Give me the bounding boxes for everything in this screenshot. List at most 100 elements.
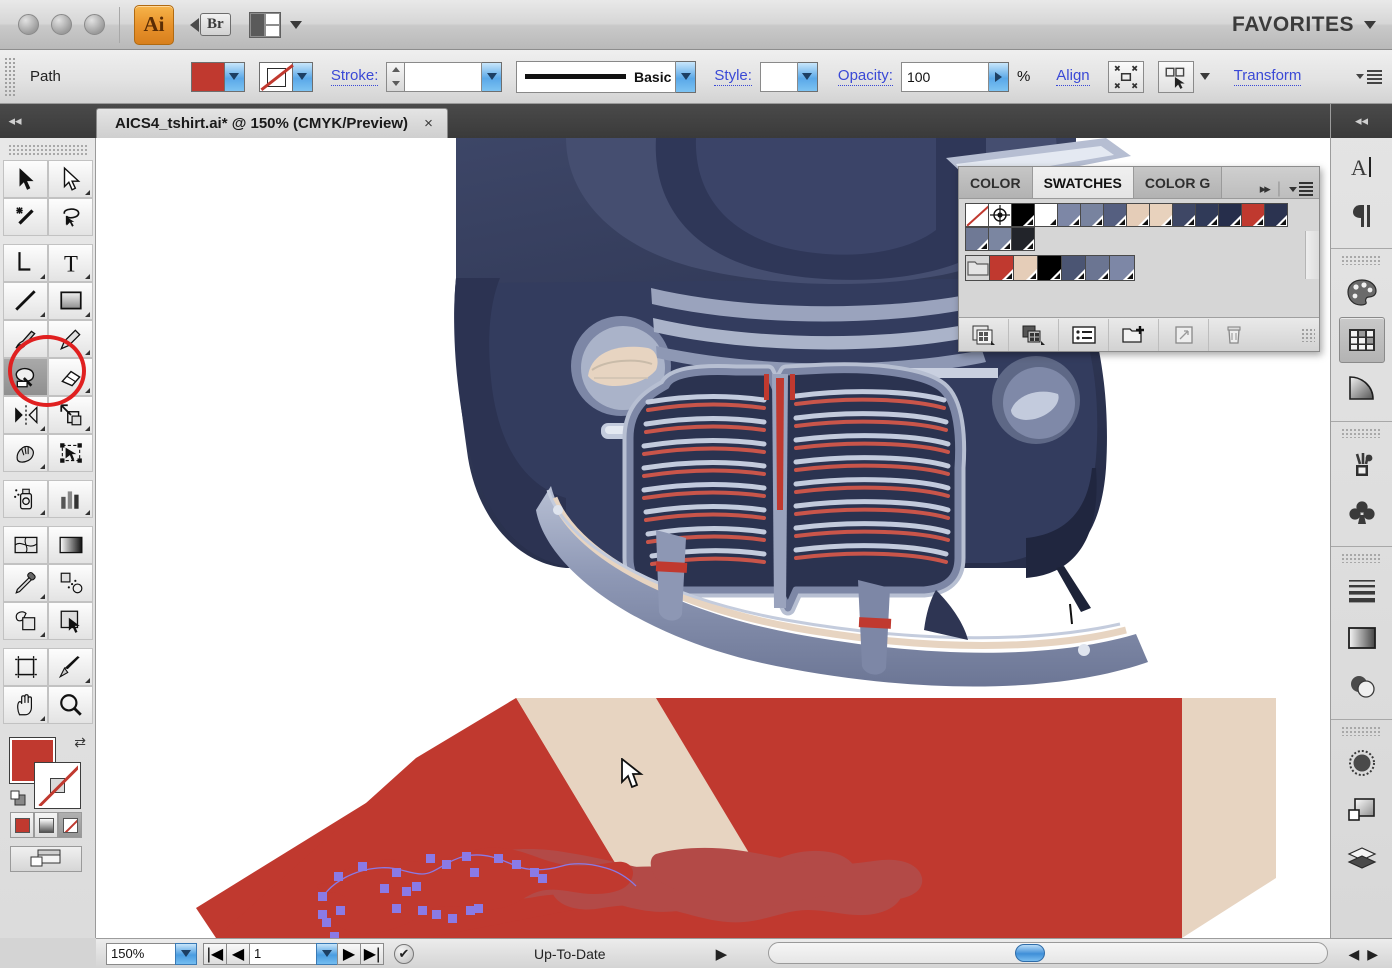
tools-panel-grip[interactable] <box>8 144 87 156</box>
swatch-white[interactable] <box>1034 203 1058 227</box>
swatch-group-red[interactable] <box>990 256 1014 280</box>
swatch-options-button[interactable] <box>1059 318 1109 351</box>
zoom-level-input[interactable]: 150% <box>106 942 176 965</box>
character-panel-icon[interactable]: A <box>1339 144 1385 190</box>
appearance-panel-icon[interactable] <box>1339 740 1385 786</box>
scale-tool[interactable] <box>48 396 93 434</box>
default-fill-stroke-icon[interactable] <box>10 790 26 806</box>
artboard-tool[interactable] <box>3 648 48 686</box>
swatch-sand-light[interactable] <box>1149 203 1173 227</box>
dock-group-grip-4[interactable] <box>1341 726 1382 736</box>
opacity-control[interactable]: 100 <box>900 61 1009 92</box>
stroke-weight-label[interactable]: Stroke: <box>330 67 379 86</box>
slice-tool[interactable] <box>48 648 93 686</box>
pencil-tool[interactable] <box>48 320 93 358</box>
free-transform-tool[interactable] <box>48 434 93 472</box>
zoom-tool[interactable] <box>48 686 93 724</box>
rectangle-tool[interactable] <box>48 282 93 320</box>
last-artboard-button[interactable]: ▶| <box>360 942 384 965</box>
column-graph-tool[interactable] <box>48 480 93 518</box>
workspace-chevron-down-icon[interactable] <box>1364 20 1376 29</box>
swatches-panel-icon[interactable] <box>1338 317 1385 363</box>
paragraph-panel-icon[interactable] <box>1339 192 1385 238</box>
none-mode-button[interactable] <box>58 812 82 838</box>
type-tool[interactable]: T <box>48 244 93 282</box>
gradient-tool[interactable] <box>48 526 93 564</box>
swatch-navy-darker[interactable] <box>1195 203 1219 227</box>
opacity-chevron-right-icon[interactable] <box>988 61 1009 92</box>
line-segment-tool[interactable] <box>3 282 48 320</box>
swatch-near-black[interactable] <box>1011 227 1035 251</box>
swatch-slate-blue-2[interactable] <box>1080 203 1104 227</box>
graphic-style-control[interactable] <box>759 61 818 92</box>
swatch-none[interactable] <box>965 203 989 227</box>
workspace-switcher[interactable]: FAVORITES <box>1232 13 1376 37</box>
stroke-profile-chevron-down-icon[interactable] <box>676 60 697 93</box>
swatch-slate-blue[interactable] <box>1057 203 1081 227</box>
symbol-sprayer-tool[interactable] <box>3 480 48 518</box>
eyedropper-tool[interactable] <box>3 564 48 602</box>
dock-group-grip-3[interactable] <box>1341 553 1382 563</box>
zoom-level-chevron-down-icon[interactable] <box>175 942 197 965</box>
control-bar-menu-button[interactable] <box>1356 69 1382 84</box>
swatch-navy-deep-2[interactable] <box>1264 203 1288 227</box>
swatch-group-slate-2[interactable] <box>1110 256 1134 280</box>
swatch-registration[interactable] <box>988 203 1012 227</box>
pen-tool[interactable] <box>3 244 48 282</box>
fill-color-control[interactable] <box>190 61 245 92</box>
scroll-left-icon[interactable]: ◀ <box>1348 946 1359 963</box>
scroll-right-icon[interactable]: ▶ <box>1367 946 1378 963</box>
live-paint-bucket-tool[interactable] <box>3 602 48 640</box>
rotate-tool[interactable] <box>3 396 48 434</box>
stroke-profile-control[interactable]: Basic <box>516 60 677 93</box>
layers-panel-icon[interactable] <box>1339 836 1385 882</box>
opacity-input[interactable]: 100 <box>900 61 989 92</box>
new-color-group-button[interactable] <box>1109 318 1159 351</box>
graphic-styles-panel-icon[interactable] <box>1339 788 1385 834</box>
tab-color-guide[interactable]: COLOR G <box>1133 167 1223 198</box>
dock-expand-icon[interactable]: ◂◂ <box>1331 104 1392 138</box>
swatch-group-navy[interactable] <box>1062 256 1086 280</box>
close-document-icon[interactable]: × <box>424 115 433 132</box>
hand-tool[interactable] <box>3 686 48 724</box>
stroke-chevron-down-icon[interactable] <box>292 61 313 92</box>
expand-panel-icon[interactable]: ▸▸ <box>1260 181 1271 197</box>
swatch-black[interactable] <box>1011 203 1035 227</box>
stroke-weight-stepper[interactable] <box>386 61 405 92</box>
swatch-navy-deep[interactable] <box>1218 203 1242 227</box>
collapse-panels-icon[interactable]: ◂◂ <box>0 104 30 138</box>
artboard-number-input[interactable]: 1 <box>249 942 317 965</box>
warp-tool[interactable] <box>3 434 48 472</box>
swatch-navy-dark[interactable] <box>1172 203 1196 227</box>
swatch-sand[interactable] <box>1126 203 1150 227</box>
fill-swatch[interactable] <box>190 61 225 92</box>
next-artboard-button[interactable]: ▶ <box>337 942 361 965</box>
swatches-panel-menu-button[interactable] <box>1289 182 1313 196</box>
color-group-folder-icon[interactable] <box>966 256 990 280</box>
panel-resize-grip[interactable] <box>1301 327 1315 342</box>
blend-tool[interactable] <box>48 564 93 602</box>
align-options-icon[interactable] <box>1107 60 1144 93</box>
paintbrush-tool[interactable] <box>3 320 48 358</box>
transform-label[interactable]: Transform <box>1233 67 1302 86</box>
swap-fill-stroke-icon[interactable]: ⇄ <box>74 734 86 751</box>
zoom-window-button[interactable] <box>84 14 105 35</box>
eraser-tool[interactable] <box>48 358 93 396</box>
swatch-grayblue[interactable] <box>965 227 989 251</box>
fill-chevron-down-icon[interactable] <box>224 61 245 92</box>
select-similar-chevron-down-icon[interactable] <box>1199 73 1210 80</box>
gradient-swatch-icon[interactable] <box>1339 615 1385 661</box>
show-swatch-kinds-menu-button[interactable] <box>1009 318 1059 351</box>
lasso-tool[interactable] <box>48 198 93 236</box>
first-artboard-button[interactable]: |◀ <box>203 942 227 965</box>
mesh-tool[interactable] <box>3 526 48 564</box>
align-label[interactable]: Align <box>1056 67 1090 86</box>
stroke-swatch[interactable] <box>258 61 293 92</box>
style-label[interactable]: Style: <box>714 67 752 86</box>
select-similar-objects-icon[interactable] <box>1157 60 1194 93</box>
artboard-chevron-down-icon[interactable] <box>316 942 338 965</box>
stroke-weight-input[interactable] <box>404 61 483 92</box>
swatch-navy-mid[interactable] <box>1103 203 1127 227</box>
live-paint-selection-tool[interactable] <box>48 602 93 640</box>
arrange-documents-icon[interactable] <box>248 11 281 38</box>
